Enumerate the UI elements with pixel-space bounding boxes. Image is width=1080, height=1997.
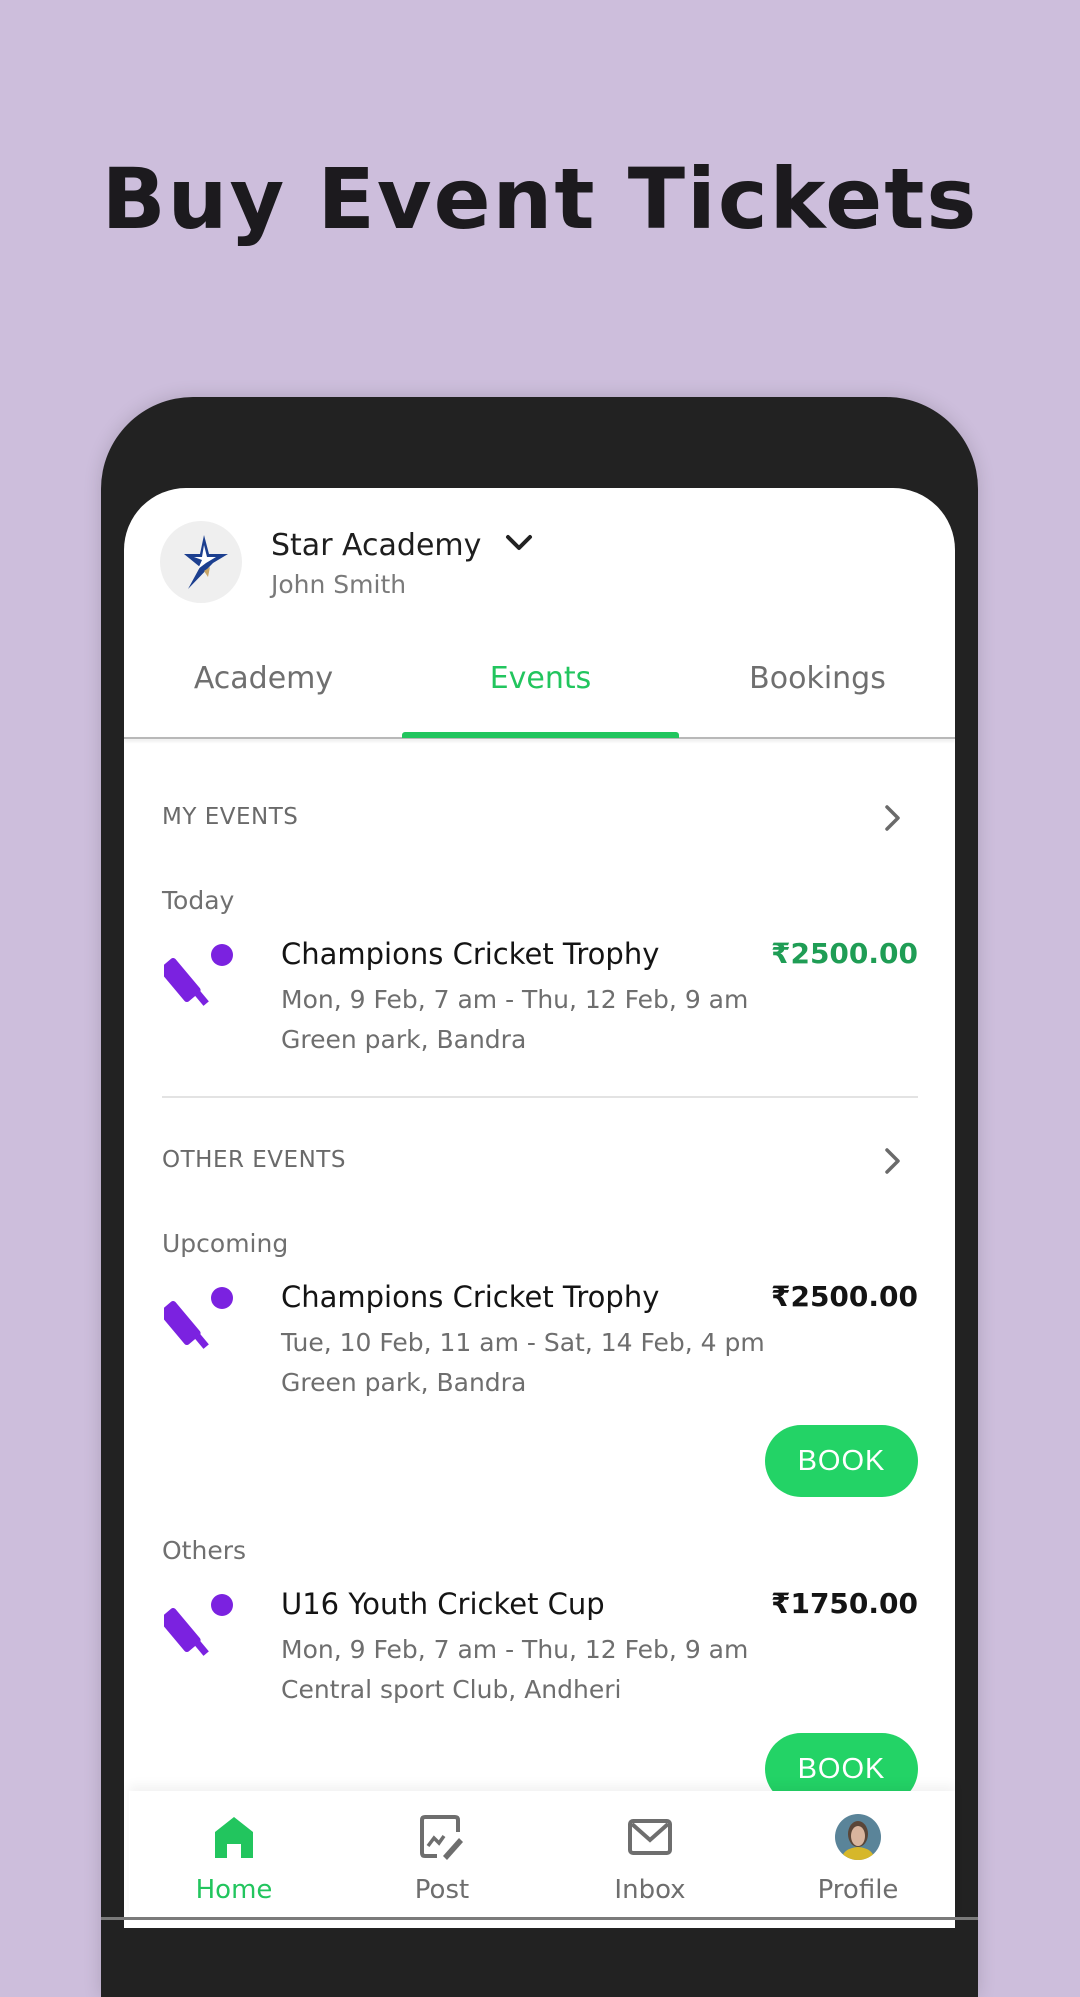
nav-inbox[interactable]: Inbox <box>547 1791 753 1920</box>
profile-avatar <box>835 1814 881 1860</box>
chevron-right-icon[interactable] <box>880 803 904 833</box>
tab-academy[interactable]: Academy <box>125 661 402 696</box>
section-divider <box>162 1096 918 1098</box>
cricket-icon <box>159 1586 236 1658</box>
event-title: Champions Cricket Trophy <box>281 937 660 971</box>
nav-home-label: Home <box>195 1875 273 1905</box>
user-name: John Smith <box>271 570 407 599</box>
bottom-nav: Home Post Inbox Profile <box>129 1791 955 1920</box>
nav-inbox-label: Inbox <box>614 1875 686 1905</box>
star-logo-icon <box>184 535 228 589</box>
group-label-others: Others <box>162 1536 247 1565</box>
chevron-down-icon[interactable] <box>504 532 534 554</box>
event-location: Green park, Bandra <box>281 1368 527 1397</box>
academy-logo[interactable] <box>160 521 242 603</box>
group-label-upcoming: Upcoming <box>162 1229 289 1258</box>
post-edit-icon <box>419 1814 465 1860</box>
event-price: ₹1750.00 <box>770 1587 918 1620</box>
group-label-today: Today <box>162 886 235 915</box>
event-location: Green park, Bandra <box>281 1025 527 1054</box>
event-title: Champions Cricket Trophy <box>281 1280 660 1314</box>
nav-post[interactable]: Post <box>339 1791 545 1920</box>
org-name[interactable]: Star Academy <box>271 528 481 563</box>
nav-post-label: Post <box>414 1875 470 1905</box>
headline: Buy Event Tickets <box>101 150 979 248</box>
home-icon <box>211 1814 257 1860</box>
my-events-title: MY EVENTS <box>162 804 299 830</box>
tab-bookings[interactable]: Bookings <box>679 661 955 696</box>
event-dates: Tue, 10 Feb, 11 am - Sat, 14 Feb, 4 pm <box>281 1328 765 1357</box>
cricket-icon <box>159 1279 236 1351</box>
event-price: ₹2500.00 <box>770 937 918 970</box>
event-dates: Mon, 9 Feb, 7 am - Thu, 12 Feb, 9 am <box>281 985 749 1014</box>
other-events-title: OTHER EVENTS <box>162 1147 346 1173</box>
tab-events[interactable]: Events <box>402 661 679 696</box>
event-dates: Mon, 9 Feb, 7 am - Thu, 12 Feb, 9 am <box>281 1635 749 1664</box>
app-screen: Star Academy John Smith Academy Events B… <box>124 488 955 1928</box>
nav-profile[interactable]: Profile <box>755 1791 961 1920</box>
event-location: Central sport Club, Andheri <box>281 1675 622 1704</box>
event-title: U16 Youth Cricket Cup <box>281 1587 605 1621</box>
nav-home[interactable]: Home <box>131 1791 337 1920</box>
event-price: ₹2500.00 <box>770 1280 918 1313</box>
mail-icon <box>627 1814 673 1860</box>
cricket-icon <box>159 936 236 1008</box>
chevron-right-icon[interactable] <box>880 1146 904 1176</box>
book-button[interactable]: BOOK <box>765 1425 918 1497</box>
nav-profile-label: Profile <box>817 1875 899 1905</box>
active-tab-indicator <box>402 732 679 738</box>
